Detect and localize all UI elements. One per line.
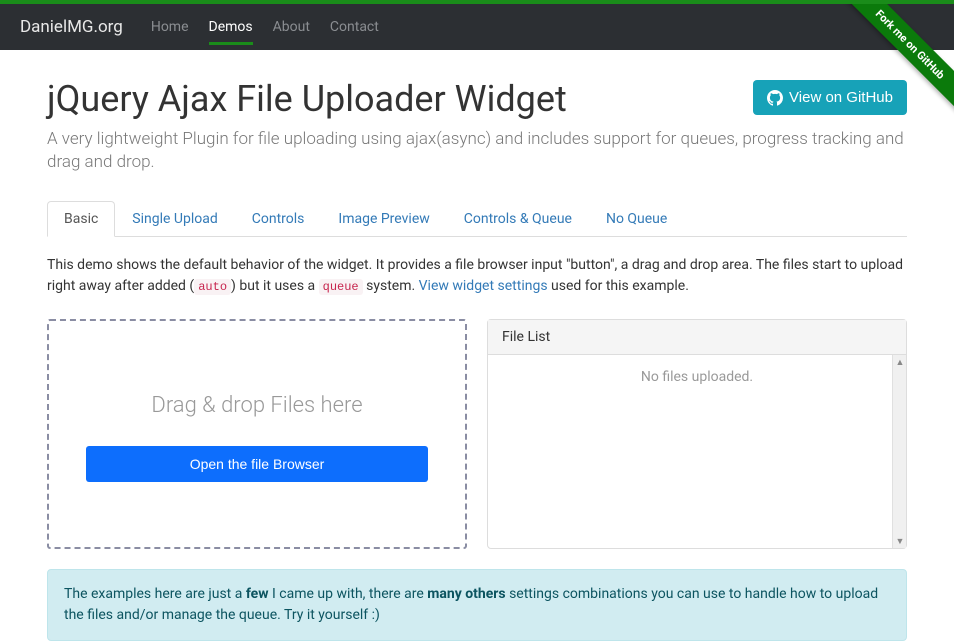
tab-controls[interactable]: Controls xyxy=(235,201,322,237)
file-list-empty-text: No files uploaded. xyxy=(641,369,753,385)
nav-links: Home Demos About Contact xyxy=(141,5,389,49)
scrollbar[interactable]: ▲ ▼ xyxy=(892,355,906,548)
open-file-browser-button[interactable]: Open the file Browser xyxy=(86,446,428,482)
nav-demos[interactable]: Demos xyxy=(199,5,263,49)
demo-row: Drag & drop Files here Open the file Bro… xyxy=(47,319,907,549)
header-row: jQuery Ajax File Uploader Widget View on… xyxy=(47,80,907,120)
nav-contact[interactable]: Contact xyxy=(320,5,389,49)
main-container: jQuery Ajax File Uploader Widget View on… xyxy=(27,50,927,641)
subtitle: A very lightweight Plugin for file uploa… xyxy=(47,128,907,176)
tab-no-queue[interactable]: No Queue xyxy=(589,201,684,237)
page-title: jQuery Ajax File Uploader Widget xyxy=(47,80,567,120)
brand-logo[interactable]: DanielMG.org xyxy=(20,17,123,37)
fork-ribbon-label: Fork me on GitHub xyxy=(838,4,954,117)
file-list-panel: File List No files uploaded. ▲ ▼ xyxy=(487,319,907,549)
nav-about[interactable]: About xyxy=(263,5,320,49)
code-auto: auto xyxy=(194,279,231,295)
nav-home[interactable]: Home xyxy=(141,5,199,49)
file-list-header: File List xyxy=(488,320,906,355)
tab-basic[interactable]: Basic xyxy=(47,201,115,237)
demo-description: This demo shows the default behavior of … xyxy=(47,255,907,297)
tab-image-preview[interactable]: Image Preview xyxy=(321,201,446,237)
fork-ribbon[interactable]: Fork me on GitHub xyxy=(824,4,954,134)
dropzone-column: Drag & drop Files here Open the file Bro… xyxy=(47,319,467,549)
tab-controls-queue[interactable]: Controls & Queue xyxy=(447,201,589,237)
desc-text-3: system. xyxy=(363,278,419,294)
navbar: DanielMG.org Home Demos About Contact Fo… xyxy=(0,4,954,50)
desc-text-4: used for this example. xyxy=(548,278,689,294)
file-list-body: No files uploaded. ▲ ▼ xyxy=(488,355,906,548)
github-icon xyxy=(767,90,783,106)
scroll-down-icon[interactable]: ▼ xyxy=(893,534,906,548)
code-queue: queue xyxy=(319,279,363,295)
filelist-column: File List No files uploaded. ▲ ▼ xyxy=(487,319,907,549)
view-settings-link[interactable]: View widget settings xyxy=(419,278,548,294)
scroll-up-icon[interactable]: ▲ xyxy=(893,355,906,369)
tabs: Basic Single Upload Controls Image Previ… xyxy=(47,201,907,237)
tab-single-upload[interactable]: Single Upload xyxy=(115,201,234,237)
dropzone[interactable]: Drag & drop Files here Open the file Bro… xyxy=(47,319,467,549)
dropzone-label: Drag & drop Files here xyxy=(151,393,362,418)
info-alert: The examples here are just a few I came … xyxy=(47,569,907,641)
desc-text-2: ) but it uses a xyxy=(231,278,319,294)
